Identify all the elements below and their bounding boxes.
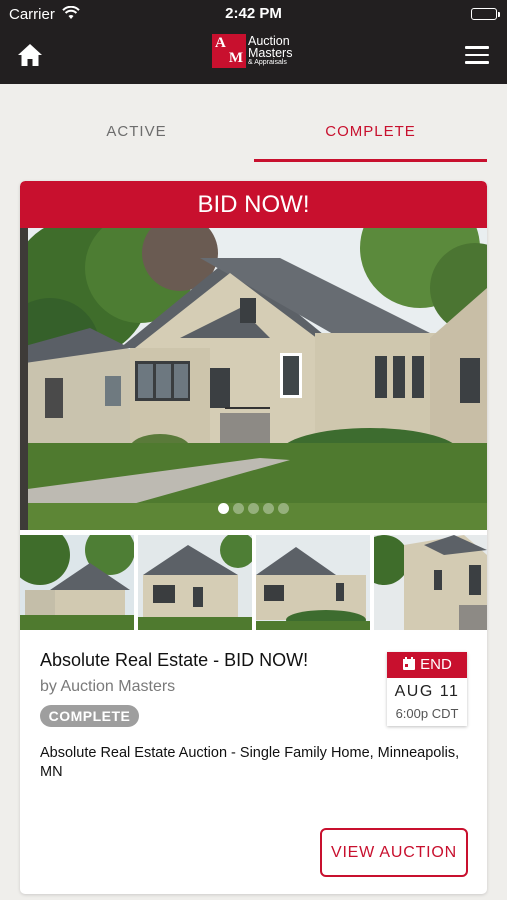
thumbnail-3[interactable] <box>256 535 370 630</box>
home-icon <box>18 44 42 66</box>
status-bar: Carrier 2:42 PM <box>0 0 507 28</box>
carousel-pagination <box>20 501 487 519</box>
status-tabs: ACTIVE COMPLETE <box>20 110 487 162</box>
thumbnail-4[interactable] <box>374 535 487 630</box>
end-date-box: END AUG 11 6:00p CDT <box>387 652 467 726</box>
brand-logo: A M Auction Masters & Appraisals <box>212 34 302 68</box>
hamburger-menu-icon <box>465 46 489 64</box>
tab-active[interactable]: ACTIVE <box>20 110 253 162</box>
end-date: AUG 11 <box>394 683 460 700</box>
thumbnail-1[interactable] <box>20 535 134 630</box>
photo-carousel[interactable] <box>20 228 487 530</box>
tab-complete[interactable]: COMPLETE <box>254 110 487 162</box>
battery-icon <box>471 8 500 20</box>
listing-title: Absolute Real Estate - BID NOW! <box>40 650 309 670</box>
home-button[interactable] <box>16 42 44 68</box>
end-time: 6:00p CDT <box>395 706 459 721</box>
thumbnail-2[interactable] <box>138 535 252 630</box>
thumbnail-strip <box>20 535 487 630</box>
carousel-dot[interactable] <box>233 503 244 514</box>
house-photo <box>20 228 487 530</box>
status-badge: COMPLETE <box>40 705 139 727</box>
auctioneer-name: by Auction Masters <box>40 678 176 695</box>
carousel-dot[interactable] <box>248 503 259 514</box>
calendar-icon <box>402 654 416 680</box>
clock-time: 2:42 PM <box>225 5 282 22</box>
carousel-dot[interactable] <box>278 503 289 514</box>
carousel-dot[interactable] <box>218 503 229 514</box>
view-auction-button[interactable]: VIEW AUCTION <box>320 828 468 877</box>
auction-card[interactable]: BID NOW! Absolute Real Estate - BID NOW!… <box>20 181 487 894</box>
logo-mark: A M <box>212 34 246 68</box>
logo-text: Auction Masters & Appraisals <box>248 34 293 66</box>
end-label: END <box>420 656 452 673</box>
app-header: Carrier 2:42 PM A M Auction Masters & Ap… <box>0 0 507 84</box>
carousel-dot[interactable] <box>263 503 274 514</box>
bid-now-banner: BID NOW! <box>20 181 487 228</box>
menu-button[interactable] <box>465 46 489 64</box>
listing-description: Absolute Real Estate Auction - Single Fa… <box>40 745 460 780</box>
